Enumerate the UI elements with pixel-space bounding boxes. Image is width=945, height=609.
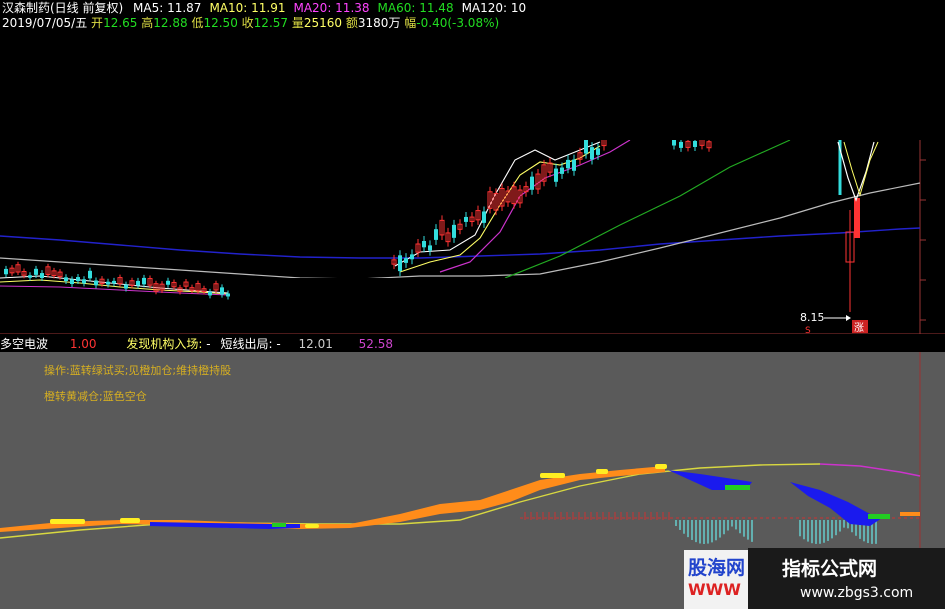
- candle-body: [220, 287, 224, 295]
- candle-body: [28, 275, 32, 278]
- volume-label: 量: [291, 16, 304, 30]
- quote-date: 2019/07/05/五: [2, 16, 88, 30]
- close-value: 12.57: [253, 16, 289, 30]
- change-value: -0.40(-3.08%): [416, 16, 500, 30]
- candle-body: [572, 159, 576, 171]
- candle-body: [88, 270, 92, 279]
- low-value: 12.50: [203, 16, 238, 30]
- amount-value: 3180万: [357, 16, 401, 30]
- candle-body: [34, 268, 38, 275]
- header-row-2: 2019/07/05/五 开12.65 高12.88 低12.50 收12.57…: [2, 14, 499, 31]
- candle-body: [112, 280, 116, 284]
- rise-badge: 涨: [854, 322, 864, 334]
- candle-body: [422, 241, 426, 248]
- ma-legend-item: MA10: 11.91: [209, 1, 286, 15]
- candle-body: [4, 268, 8, 275]
- price-chart[interactable]: 8.15 涨 S: [0, 0, 945, 340]
- enter-label: 发现机构入场:: [126, 337, 203, 351]
- candle-body: [124, 284, 128, 289]
- open-value: 12.65: [103, 16, 138, 30]
- green-mark-right-2: [868, 514, 890, 519]
- candle-body: [530, 176, 534, 190]
- ma-legend-item: MA20: 11.38: [293, 1, 370, 15]
- indicator-name: 多空电波: [0, 337, 49, 351]
- ma-legend: MA5: 11.87 MA10: 11.91 MA20: 11.38 MA60: 11…: [133, 1, 534, 15]
- enter-value: -: [206, 337, 211, 351]
- amount-label: 额: [345, 16, 358, 30]
- watermark-right: 指标公式网 www.zbgs3.com: [748, 548, 945, 609]
- candle-body: [566, 159, 570, 169]
- candle-body: [590, 147, 594, 160]
- stock-title: 汉森制药(日线 前复权): [2, 1, 124, 15]
- candle-body: [208, 291, 212, 296]
- candle-body: [76, 277, 80, 282]
- candle-body: [560, 167, 564, 174]
- candle-body: [82, 279, 86, 284]
- watermark-left-text: 股海网: [688, 557, 746, 579]
- candle-body: [434, 229, 438, 240]
- candle-body: [404, 258, 408, 263]
- change-label: 幅: [404, 16, 417, 30]
- candle-body: [40, 273, 44, 278]
- watermark-left: 股海网 WWW: [684, 550, 748, 609]
- watermark-right-url: www.zbgs3.com: [800, 585, 914, 601]
- candle-body: [428, 245, 432, 251]
- ma-legend-item: MA60: 11.48: [377, 1, 454, 15]
- candle-body: [672, 139, 676, 146]
- candle-body: [106, 281, 110, 285]
- candle-body: [584, 139, 588, 154]
- high-label: 高: [141, 16, 154, 30]
- watermark-left-sub: WWW: [688, 580, 741, 599]
- candle-body: [596, 148, 600, 155]
- candle-body: [482, 211, 486, 223]
- indicator-value-1: 1.00: [69, 337, 97, 351]
- operation-note-2: 橙转黄减仓;蓝色空仓: [44, 389, 147, 403]
- candle-body: [554, 168, 558, 182]
- spike-candle-2: [854, 198, 860, 238]
- candle-body: [94, 280, 98, 286]
- indicator-legend: 多空电波 1.00 发现机构入场: - 短线出局: - 12.01 52.58: [0, 335, 393, 352]
- candle-body: [136, 280, 140, 286]
- operation-note-1: 操作:蓝转绿试买;见橙加仓;维持橙持股: [44, 363, 231, 377]
- close-label: 收: [241, 16, 254, 30]
- watermark-right-title: 指标公式网: [782, 558, 878, 580]
- green-mark-mid: [272, 523, 286, 527]
- volume-value: 25160: [303, 16, 343, 30]
- indicator-value-3: 52.58: [358, 337, 394, 351]
- low-label: 低: [191, 16, 204, 30]
- candle-body: [679, 141, 683, 148]
- exit-value: -: [276, 337, 281, 351]
- candle-body: [64, 277, 68, 281]
- candle-body: [166, 280, 170, 285]
- low-price-label: 8.15: [800, 311, 825, 324]
- candle-body: [452, 224, 456, 238]
- orange-tail: [900, 512, 920, 516]
- candle-body: [142, 277, 146, 285]
- candle-body: [464, 216, 468, 222]
- candle-body: [410, 254, 414, 260]
- candle-body: [226, 293, 230, 297]
- ma-legend-item: MA120: 10: [461, 1, 527, 15]
- green-mark-right-1: [725, 485, 750, 490]
- exit-label: 短线出局:: [220, 337, 273, 351]
- ma-legend-item: MA5: 11.87: [133, 1, 202, 15]
- candle-body: [693, 140, 697, 147]
- candle-body: [70, 279, 74, 285]
- indicator-value-2: 12.01: [298, 337, 333, 351]
- high-value: 12.88: [153, 16, 188, 30]
- overlay-block-mid: [230, 278, 716, 330]
- candle-body: [398, 255, 402, 272]
- open-label: 开: [91, 16, 104, 30]
- overlay-block-top: [532, 0, 945, 140]
